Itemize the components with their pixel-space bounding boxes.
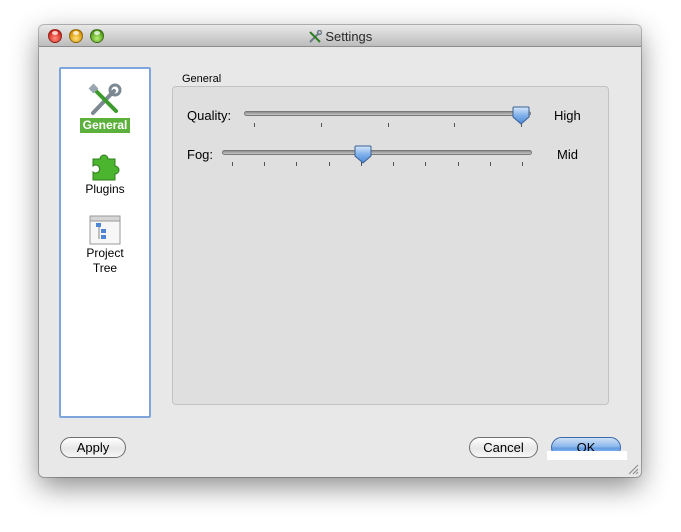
overlay-patch <box>547 451 627 460</box>
slider-thumb[interactable] <box>354 145 372 164</box>
quality-value: High <box>554 108 581 123</box>
tools-icon <box>308 29 322 43</box>
slider-tick <box>454 123 456 127</box>
slider-tick <box>489 162 491 166</box>
slider-tick <box>320 123 322 127</box>
sidebar: General Plugins Project Tree <box>59 67 151 418</box>
slider-track <box>222 150 532 155</box>
title-bar[interactable]: Settings <box>39 25 641 47</box>
fog-value: Mid <box>557 147 578 162</box>
slider-tick <box>264 162 266 166</box>
puzzle-icon <box>92 154 120 181</box>
sidebar-item-label: General <box>79 118 131 133</box>
slider-tick <box>457 162 459 166</box>
slider-tick <box>522 162 523 166</box>
fog-slider[interactable] <box>222 145 532 171</box>
slider-tick <box>296 162 298 166</box>
general-group-box <box>172 86 609 405</box>
slider-thumb[interactable] <box>512 106 530 125</box>
quality-slider[interactable] <box>244 106 531 132</box>
project-tree-icon <box>89 215 121 245</box>
slider-tick <box>232 162 233 166</box>
sidebar-item-project-tree[interactable]: Project Tree <box>61 214 149 276</box>
slider-tick <box>328 162 330 166</box>
settings-window: Settings General Plugins Project Tree Ge… <box>39 25 641 477</box>
slider-track <box>244 111 531 116</box>
sidebar-item-label: Plugins <box>85 182 125 196</box>
resize-grip-icon[interactable] <box>628 464 639 475</box>
slider-tick <box>387 123 389 127</box>
sidebar-item-plugins[interactable]: Plugins <box>61 149 149 197</box>
slider-tick <box>254 123 255 127</box>
fog-label: Fog: <box>187 147 214 162</box>
sidebar-item-label: Project Tree <box>86 246 124 275</box>
cancel-button[interactable]: Cancel <box>469 437 538 458</box>
slider-tick <box>393 162 395 166</box>
tools-icon <box>88 83 122 115</box>
window-title: Settings <box>325 29 373 45</box>
sidebar-item-general[interactable]: General <box>61 83 149 133</box>
slider-tick <box>425 162 427 166</box>
group-caption: General <box>182 73 222 85</box>
apply-button[interactable]: Apply <box>60 437 126 458</box>
quality-label: Quality: <box>187 108 232 123</box>
